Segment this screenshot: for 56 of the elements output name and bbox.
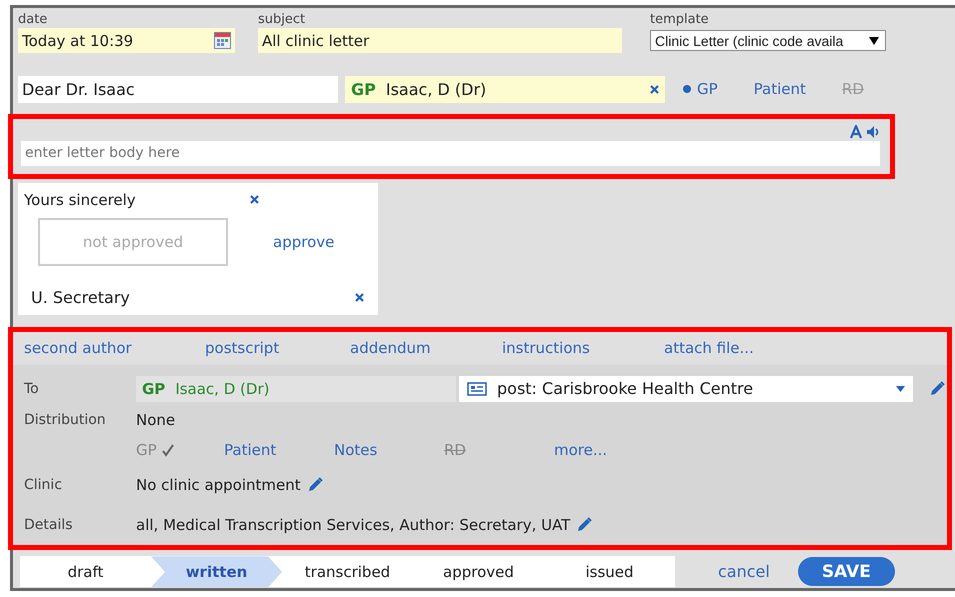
address-card-icon[interactable] xyxy=(467,382,487,396)
option-link[interactable]: instructions xyxy=(502,339,664,358)
remove-button[interactable] xyxy=(650,84,659,94)
approve-link[interactable]: approve xyxy=(273,232,334,251)
recipient-field[interactable]: GP Isaac, D (Dr) xyxy=(345,76,665,103)
recipient-name: Isaac, D (Dr) xyxy=(175,380,270,398)
dropdown-arrow-icon[interactable] xyxy=(869,36,879,44)
distribution-value: None xyxy=(136,410,176,429)
option-link[interactable]: postscript xyxy=(205,339,350,358)
distribution-option[interactable]: Notes xyxy=(334,440,422,459)
workflow-step[interactable]: approved xyxy=(413,556,544,588)
field-label: Details xyxy=(24,516,74,533)
letter-body-field[interactable]: enter letter body here xyxy=(21,140,880,166)
edit-icon[interactable] xyxy=(929,380,945,397)
template-dropdown[interactable]: Clinic Letter (clinic code availa xyxy=(650,30,886,51)
signer-name: U. Secretary xyxy=(31,288,130,307)
field-label: date xyxy=(18,12,48,28)
calendar-icon[interactable] xyxy=(214,32,231,49)
field-label: Distribution xyxy=(24,412,107,428)
recipient-field[interactable]: GP Isaac, D (Dr) xyxy=(136,376,456,402)
option-link[interactable]: second author xyxy=(24,339,205,358)
address-dropdown[interactable]: post: Carisbrooke Health Centre xyxy=(459,376,913,402)
option-link[interactable]: addendum xyxy=(350,339,502,358)
edit-icon[interactable] xyxy=(306,476,323,493)
workflow-step[interactable]: issued xyxy=(544,556,675,588)
field-label: To xyxy=(24,380,40,397)
option-link[interactable]: attach file... xyxy=(664,339,814,358)
remove-button[interactable] xyxy=(250,195,259,204)
recipient-tag: GP xyxy=(142,380,166,398)
edit-icon[interactable] xyxy=(576,516,592,533)
recipient-option[interactable]: GP xyxy=(683,80,718,98)
salutation-field[interactable]: Dear Dr. Isaac xyxy=(18,76,338,103)
subject-field[interactable]: All clinic letter xyxy=(258,28,622,53)
cancel-link[interactable]: cancel xyxy=(718,562,770,582)
details-value: all, Medical Transcription Services, Author: Secretary, UAT xyxy=(136,516,570,534)
clinic-value: No clinic appointment xyxy=(136,476,301,494)
distribution-option[interactable]: Patient xyxy=(224,440,312,459)
check-icon[interactable] xyxy=(160,442,175,457)
distribution-option[interactable]: GP xyxy=(136,440,202,459)
distribution-option[interactable]: more... xyxy=(554,440,642,459)
field-label: subject xyxy=(258,12,306,28)
remove-button[interactable] xyxy=(355,292,364,302)
speaker-icon[interactable] xyxy=(866,124,880,139)
field-label: template xyxy=(650,12,710,28)
recipient-name: Isaac, D (Dr) xyxy=(386,80,488,99)
approval-status: not approved xyxy=(38,218,228,266)
font-icon[interactable] xyxy=(850,124,862,139)
date-field[interactable]: Today at 10:39 xyxy=(18,28,235,53)
save-button[interactable]: SAVE xyxy=(798,557,895,586)
workflow-step[interactable]: written xyxy=(151,556,282,588)
field-label: Clinic xyxy=(24,476,64,493)
recipient-tag: GP xyxy=(351,80,376,99)
closing-text: Yours sincerely xyxy=(24,190,137,209)
recipient-option[interactable]: Patient xyxy=(754,80,806,98)
workflow-step[interactable]: draft xyxy=(20,556,151,588)
workflow-step[interactable]: transcribed xyxy=(282,556,413,588)
